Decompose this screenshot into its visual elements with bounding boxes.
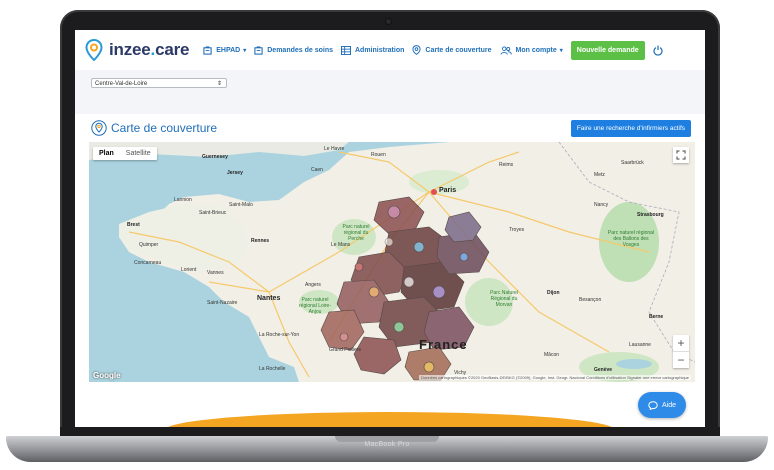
map-label-concarneau: Concarneau (134, 260, 162, 266)
map-label-strasbourg: Strasbourg (637, 212, 664, 218)
search-active-nurses-button[interactable]: Faire une recherche d'infirmiers actifs (570, 120, 691, 137)
map-label-guernesey: Guernesey (202, 154, 228, 160)
map-label-caen: Caen (311, 167, 323, 173)
map-label-nantes: Nantes (257, 295, 281, 302)
map-label-macon: Mâcon (544, 352, 560, 358)
map-label-jersey: Jersey (227, 170, 243, 176)
map-label-besancon: Besançon (579, 297, 602, 303)
table-icon (341, 45, 351, 55)
map-label-angers: Angers (305, 282, 321, 288)
map-type-switcher: Plan Satellite (93, 147, 157, 160)
map-label-park-perche: Parc naturel régional du Perche (342, 224, 370, 242)
nav-item-administration[interactable]: Administration (341, 45, 405, 55)
select-arrows-icon: ⇕ (216, 81, 222, 87)
map-label-saarbrucken: Saarbrück (621, 160, 644, 166)
help-button[interactable]: Aide (638, 392, 686, 418)
location-pin-icon (85, 39, 103, 61)
map-label-dijon: Dijon (547, 290, 560, 296)
map-label-vannes: Vannes (207, 270, 224, 276)
map-label-quimper: Quimper (139, 242, 159, 248)
map-canvas[interactable] (89, 142, 695, 382)
nav-item-mon-compte-label: Mon compte (515, 46, 557, 54)
nav-item-mon-compte[interactable]: Mon compte ▾ (500, 45, 563, 55)
map-label-france: France (419, 337, 468, 352)
brand-name-part1: inzee (109, 40, 151, 59)
main-nav: EHPAD ▾ Demandes de soins Administration … (203, 40, 663, 60)
nav-item-carte[interactable]: Carte de couverture (412, 45, 492, 55)
brand-name: inzee.care (109, 40, 189, 60)
map-label-berne: Berne (649, 314, 664, 320)
map-label-rennes: Rennes (251, 238, 270, 244)
chat-bubble-icon (648, 400, 658, 410)
brand-logo[interactable]: inzee.care (85, 39, 189, 61)
zoom-in-button[interactable]: + (673, 335, 689, 352)
card-header: Carte de couverture (91, 120, 217, 136)
map-label-troyes: Troyes (509, 227, 525, 233)
map-label-le-havre: Le Havre (324, 146, 345, 152)
map-label-park-loire: Parc naturel régional Loire-Anjou (299, 297, 331, 315)
map-label-le-mans: Le Mans (331, 242, 351, 248)
map-label-lorient: Lorient (181, 267, 197, 273)
chevron-down-icon: ▾ (243, 47, 247, 54)
help-label: Aide (661, 401, 676, 409)
map-type-plan[interactable]: Plan (93, 147, 120, 160)
top-navbar: inzee.care EHPAD ▾ Demandes de soins Admi… (75, 30, 705, 70)
map-label-metz: Metz (594, 172, 605, 178)
map-label-lannion: Lannion (174, 197, 192, 203)
fullscreen-button[interactable] (673, 147, 689, 163)
brand-name-part2: care (155, 40, 190, 59)
map-label-nancy: Nancy (594, 202, 609, 208)
fullscreen-icon (676, 150, 686, 160)
card-title: Carte de couverture (111, 121, 218, 135)
coverage-card: Carte de couverture Faire une recherche … (85, 114, 699, 412)
new-request-button[interactable]: Nouvelle demande (570, 40, 645, 60)
zoom-out-button[interactable]: − (673, 352, 689, 368)
map-label-saint-brieuc: Saint-Brieuc (199, 210, 227, 216)
map-type-satellite[interactable]: Satellite (120, 147, 157, 160)
map-label-paris: Paris (439, 187, 457, 194)
camera-icon (386, 19, 391, 24)
coverage-map[interactable]: Guernesey Jersey Le Havre Rouen Caen Rei… (89, 142, 695, 382)
device-label: MacBook Pro (364, 441, 410, 448)
zoom-controls: + − (673, 335, 689, 368)
nav-item-administration-label: Administration (355, 46, 405, 54)
nav-item-carte-label: Carte de couverture (425, 46, 492, 54)
map-label-park-vosges: Parc naturel régional des Ballons des Vo… (607, 230, 655, 248)
map-label-grand-poitiers: Grand Poitiers (329, 347, 361, 353)
map-label-geneve: Genève (594, 367, 613, 373)
building-icon (203, 45, 212, 55)
screen: inzee.care EHPAD ▾ Demandes de soins Admi… (75, 30, 705, 427)
map-label-brest: Brest (127, 222, 140, 228)
map-label-rouen: Rouen (371, 152, 386, 158)
chevron-down-icon: ▾ (559, 47, 563, 54)
power-icon[interactable] (653, 45, 663, 56)
map-label-saint-malo: Saint-Malo (229, 202, 253, 208)
region-select-value: Centre-Val-de-Loire (95, 81, 148, 87)
nav-item-ehpad-label: EHPAD (216, 46, 241, 54)
building-icon (254, 45, 263, 55)
google-logo: Google (93, 371, 121, 380)
nav-item-ehpad[interactable]: EHPAD ▾ (203, 45, 247, 55)
region-select[interactable]: Centre-Val-de-Loire ⇕ (91, 78, 227, 88)
map-label-lausanne: Lausanne (629, 342, 651, 348)
map-label-la-roche: La Roche-sur-Yon (259, 332, 300, 338)
location-pin-icon (412, 45, 421, 55)
map-label-park-morvan: Parc Naturel Régional du Morvan (490, 290, 518, 308)
users-icon (500, 45, 512, 55)
nav-item-demandes-label: Demandes de soins (267, 46, 333, 54)
map-label-reims: Reims (499, 162, 514, 168)
footer-decoration (165, 412, 615, 427)
map-label-la-rochelle: La Rochelle (259, 366, 286, 372)
map-attribution[interactable]: Données cartographiques ©2020 GeoBasis-D… (419, 375, 691, 380)
region-filter-bar: Centre-Val-de-Loire ⇕ (75, 70, 705, 114)
location-pin-icon (91, 120, 107, 136)
map-label-saint-nazaire: Saint-Nazaire (207, 300, 238, 306)
nav-item-demandes[interactable]: Demandes de soins (254, 45, 333, 55)
